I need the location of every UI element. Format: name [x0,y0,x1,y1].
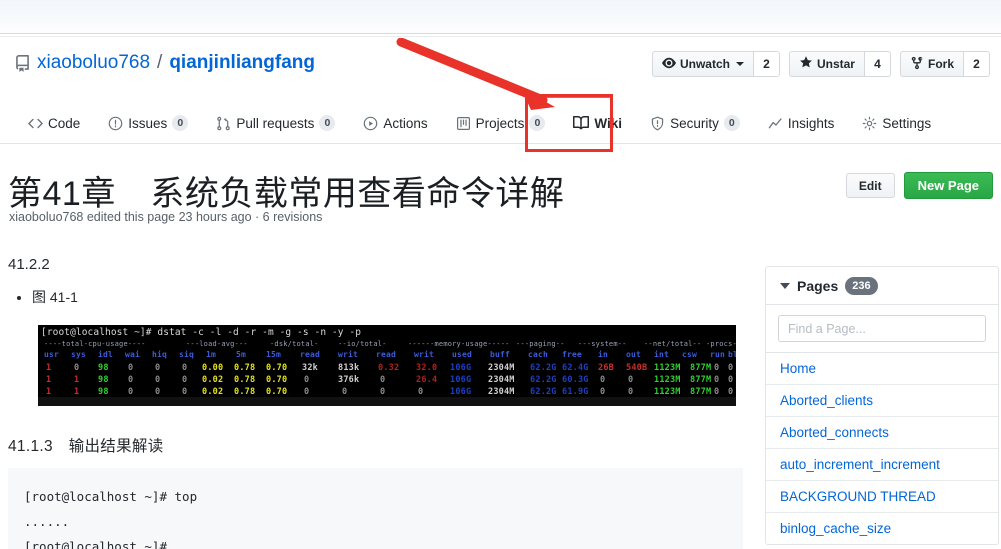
play-icon [363,116,378,131]
tab-security[interactable]: Security 0 [636,105,754,143]
pull-icon [216,116,231,131]
tab-settings[interactable]: Settings [848,105,945,143]
unstar-label: Unstar [816,57,855,71]
figure-list: 图 41-1 [32,287,743,307]
tab-projects-count: 0 [529,115,546,131]
sidebar-item-auto-increment-increment[interactable]: auto_increment_increment [766,449,998,481]
tab-security-count: 0 [723,115,740,131]
fork-button-group: Fork 2 [899,51,990,77]
watch-button-group: Unwatch 2 [651,51,780,77]
tab-actions[interactable]: Actions [349,105,441,143]
eye-icon [662,56,676,73]
terminal-data-row: 1 0 98 0 0 0 0.00 0.78 0.70 32k 813k 0.3… [46,363,734,373]
tab-code[interactable]: Code [14,105,94,143]
top-divider-secondary [0,36,1001,37]
code-block: [root@localhost ~]# top ...... [root@loc… [8,468,743,549]
terminal-command-line: [root@localhost ~]# dstat -c -l -d -r -m… [41,327,362,338]
star-icon [799,55,813,73]
project-icon [456,116,471,131]
star-button-group: Unstar 4 [788,51,891,77]
sidebar-item-background-thread[interactable]: BACKGROUND THREAD [766,481,998,513]
page-title: 第41章 系统负载常用查看命令详解 [8,175,565,213]
code-icon [28,116,43,131]
tab-settings-label: Settings [882,115,932,131]
star-count[interactable]: 4 [863,51,891,77]
book-icon [573,115,590,131]
tab-actions-label: Actions [383,115,428,131]
repo-nav-tabs: Code Issues 0 Pull requests 0 Actions Pr… [14,105,945,143]
page-meta: xiaoboluo768 edited this page 23 hours a… [9,210,323,224]
code-block-content: [root@localhost ~]# top ...... [root@loc… [24,489,198,549]
tab-wiki-label: Wiki [594,115,623,131]
tab-issues-count: 0 [172,115,189,131]
repo-owner-link[interactable]: xiaoboluo768 [37,52,150,74]
terminal-bottom-edge [38,397,736,406]
content-heading-41-2-2: 41.2.2 [8,256,50,273]
new-page-button[interactable]: New Page [903,172,993,199]
list-item: 图 41-1 [32,287,743,307]
chevron-down-icon[interactable] [780,282,790,289]
tab-issues-label: Issues [128,115,168,131]
find-a-page-input[interactable] [778,315,986,342]
sidebar-item-home[interactable]: Home [766,353,998,385]
tab-code-label: Code [48,115,81,131]
tab-pull-requests-count: 0 [319,115,336,131]
terminal-data-row: 1 1 98 0 0 0 0.02 0.78 0.70 0 376k 0 26.… [46,375,734,385]
terminal-screenshot-dstat: [root@localhost ~]# dstat -c -l -d -r -m… [38,325,736,406]
wiki-pages-sidebar: Pages 236 Home Aborted_clients Aborted_c… [765,266,999,545]
nav-bottom-divider [0,143,1001,144]
pages-count-badge: 236 [845,276,878,295]
chevron-down-icon [735,62,744,66]
issue-icon [108,116,123,131]
tab-projects[interactable]: Projects 0 [442,105,560,143]
sidebar-item-aborted-connects[interactable]: Aborted_connects [766,417,998,449]
watch-count[interactable]: 2 [752,51,780,77]
content-heading-41-1-3: 41.1.3 输出结果解读 [8,438,164,455]
wiki-content-body: 41.2.2 图 41-1 [8,256,743,313]
fork-icon [910,56,924,73]
unwatch-button[interactable]: Unwatch [651,51,753,77]
terminal-column-header: usr sys idl wai hiq siq 1m 5m 15m read w… [44,350,736,359]
tab-issues[interactable]: Issues 0 [94,105,202,143]
unstar-button[interactable]: Unstar [788,51,864,77]
sidebar-item-aborted-clients[interactable]: Aborted_clients [766,385,998,417]
gear-icon [862,116,877,131]
sidebar-header[interactable]: Pages 236 [766,267,998,305]
unwatch-label: Unwatch [679,57,730,71]
top-divider [0,33,1001,34]
browser-top-strip [0,0,1001,33]
tab-projects-label: Projects [475,115,525,131]
tab-pull-requests-label: Pull requests [236,115,315,131]
graph-icon [768,116,783,131]
sidebar-search-wrapper [766,305,998,353]
repo-separator: / [157,52,163,73]
repo-book-icon [14,54,31,72]
tab-wiki[interactable]: Wiki [559,105,636,143]
github-wiki-page: xiaoboluo768 / qianjinliangfang Unwatch … [0,0,1001,549]
edit-button[interactable]: Edit [845,173,895,198]
terminal-group-header: ----total-cpu-usage---- ---load-avg--- -… [44,340,736,348]
fork-button[interactable]: Fork [899,51,963,77]
fork-count[interactable]: 2 [963,51,990,77]
tab-insights-label: Insights [787,115,835,131]
tab-insights[interactable]: Insights [754,105,849,143]
wiki-page-actions: Edit New Page [845,172,993,199]
shield-icon [650,116,665,131]
sidebar-header-label: Pages [797,277,839,294]
tab-security-label: Security [670,115,719,131]
repo-social-actions: Unwatch 2 Unstar 4 Fork 2 [651,51,990,77]
fork-label: Fork [927,57,954,71]
repo-name-link[interactable]: qianjinliangfang [169,52,315,74]
repo-breadcrumb: xiaoboluo768 / qianjinliangfang [14,52,315,74]
sidebar-item-binlog-cache-size[interactable]: binlog_cache_size [766,513,998,544]
tab-pull-requests[interactable]: Pull requests 0 [202,105,349,143]
